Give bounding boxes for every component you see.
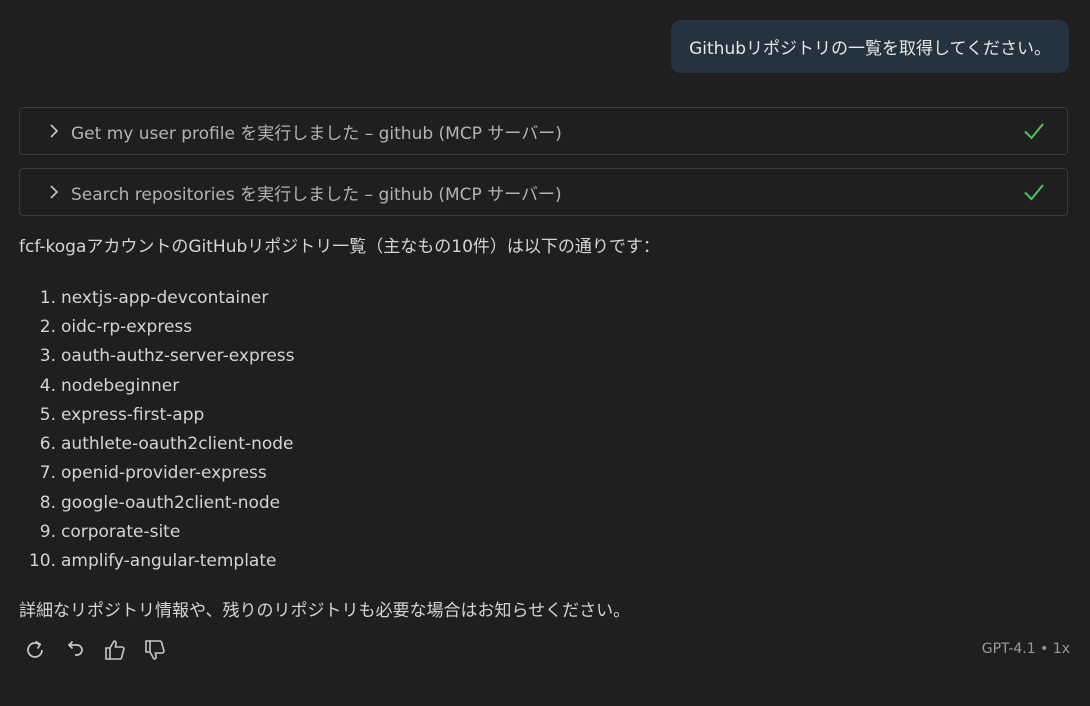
check-icon [1023,120,1045,142]
undo-icon[interactable] [62,637,88,663]
user-message-text: Githubリポジトリの一覧を取得してください。 [689,39,1051,59]
check-icon [1023,181,1045,203]
tool-call-search-repositories[interactable]: Search repositories を実行しました – github (MC… [19,168,1068,216]
repository-list: 1. nextjs-app-devcontainer 2. oidc-rp-expr… [0,283,295,576]
tool-call-get-user-profile[interactable]: Get my user profile を実行しました – github (MC… [19,107,1068,155]
repo-name: oidc-rp-express [61,316,193,337]
repo-name: amplify-angular-template [61,551,277,572]
repo-name: express-first-app [61,404,205,425]
response-intro: fcf-kogaアカウントのGitHubリポジトリ一覧（主なもの10件）は以下の… [19,237,660,257]
repo-name: openid-provider-express [61,463,267,484]
list-item: 9. corporate-site [39,522,181,543]
list-item: 6. authlete-oauth2client-node [39,434,294,455]
repo-name: nodebeginner [61,375,180,396]
response-outro: 詳細なリポジトリ情報や、残りのリポジトリも必要な場合はお知らせください。 [19,601,631,621]
repo-name: oauth-authz-server-express [61,346,295,367]
chevron-right-icon [47,123,61,139]
list-item: 10. amplify-angular-template [28,551,277,572]
thumbs-down-icon[interactable] [142,637,168,663]
list-item: 8. google-oauth2client-node [39,492,281,513]
model-label[interactable]: GPT-4.1 • 1x [982,641,1070,657]
list-item: 5. express-first-app [39,404,205,425]
pin-icon[interactable] [19,0,39,6]
response-actions [22,637,168,663]
list-item: 1. nextjs-app-devcontainer [39,287,269,308]
retry-icon[interactable] [22,637,48,663]
tool-call-label: Get my user profile を実行しました – github (MC… [71,123,562,144]
repo-name: corporate-site [61,522,181,543]
repo-name: nextjs-app-devcontainer [61,287,269,308]
user-message-bubble: Githubリポジトリの一覧を取得してください。 [671,20,1069,73]
list-item: 7. openid-provider-express [39,463,267,484]
list-item: 2. oidc-rp-express [39,316,193,337]
chevron-right-icon [47,184,61,200]
repo-name: google-oauth2client-node [61,492,281,513]
list-item: 3. oauth-authz-server-express [39,346,295,367]
list-item: 4. nodebeginner [39,375,180,396]
tool-call-label: Search repositories を実行しました – github (MC… [71,184,562,205]
repo-name: authlete-oauth2client-node [61,434,294,455]
thumbs-up-icon[interactable] [102,637,128,663]
